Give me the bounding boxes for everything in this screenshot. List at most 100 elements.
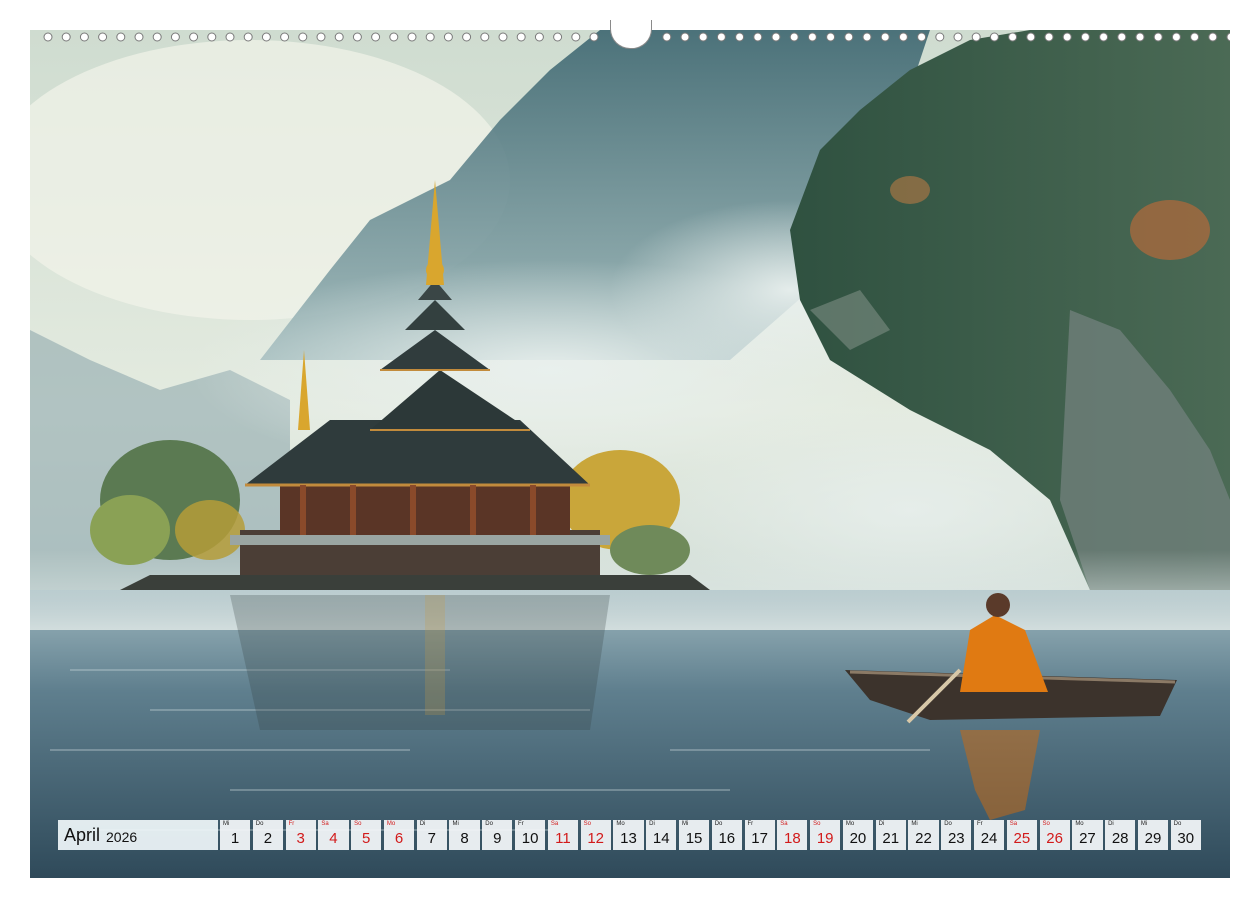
day-cell: Mi 8 <box>449 820 480 850</box>
day-cell: Mi 15 <box>678 820 710 850</box>
month-year: 2026 <box>106 828 138 845</box>
day-cell: Di 14 <box>646 820 677 850</box>
day-number: 5 <box>362 830 371 847</box>
binding-hole-icon <box>261 32 271 42</box>
binding-hole-icon <box>480 32 490 42</box>
weekday-label: Sa <box>1009 821 1018 827</box>
day-number: 10 <box>521 830 539 847</box>
binding-hole-icon <box>1099 32 1109 42</box>
day-cell: Do 23 <box>941 820 972 850</box>
day-number: 27 <box>1079 830 1096 847</box>
day-number: 7 <box>427 830 436 847</box>
day-cell: So 26 <box>1039 820 1070 850</box>
binding-hole-icon <box>680 32 690 42</box>
binding-hole-icon <box>826 32 836 42</box>
binding-hole-icon <box>862 32 872 42</box>
weekday-label: Do <box>255 821 264 827</box>
day-number: 13 <box>620 830 637 847</box>
day-cell: Do 16 <box>711 820 742 850</box>
day-cell: Do 30 <box>1170 820 1201 850</box>
binding-hole-icon <box>1117 32 1127 42</box>
binding-hole-icon <box>534 32 544 42</box>
binding-hole-icon <box>298 32 308 42</box>
day-cell: Mo 6 <box>383 820 415 850</box>
day-number: 2 <box>263 830 273 847</box>
binding-hole-icon <box>170 32 180 42</box>
binding-hole-icon <box>971 32 981 42</box>
day-cell: Di 28 <box>1105 820 1136 850</box>
binding-hole-icon <box>698 32 708 42</box>
month-label: April 2026 <box>58 820 218 850</box>
binding-hole-icon <box>917 32 927 42</box>
weekday-label: Di <box>878 821 885 827</box>
day-cell: Sa 4 <box>318 820 349 850</box>
day-cell: So 19 <box>810 820 841 850</box>
calendar-photo <box>30 30 1230 878</box>
day-number: 6 <box>394 830 404 847</box>
binding-hole-icon <box>880 32 890 42</box>
weekday-label: Fr <box>288 821 295 827</box>
weekday-label: So <box>354 821 362 827</box>
weekday-label: Fr <box>747 821 754 827</box>
binding-hole-icon <box>116 32 126 42</box>
day-number: 18 <box>784 830 801 847</box>
binding-hole-icon <box>1062 32 1072 42</box>
day-number: 25 <box>1013 830 1031 847</box>
binding-hole-icon <box>789 32 799 42</box>
binding-hole-icon <box>1008 32 1018 42</box>
binding-hole-icon <box>280 32 290 42</box>
binding-hole-icon <box>462 32 472 42</box>
weekday-label: Mi <box>452 821 459 827</box>
weekday-label: Sa <box>550 821 559 827</box>
weekday-label: Mi <box>681 821 689 827</box>
binding-hole-icon <box>79 32 89 42</box>
binding-hole-icon <box>662 32 672 42</box>
day-number: 20 <box>849 830 867 847</box>
binding-hole-icon <box>243 32 253 42</box>
month-name: April <box>64 824 101 845</box>
day-number: 17 <box>751 830 768 847</box>
binding-hole-icon <box>989 32 999 42</box>
binding-hole-icon <box>1208 32 1218 42</box>
binding-hole-icon <box>1171 32 1181 42</box>
day-number: 11 <box>555 830 571 847</box>
day-cell: Fr 10 <box>515 820 546 850</box>
binding-hole-icon <box>716 32 726 42</box>
binding-hole-icon <box>371 32 381 42</box>
binding-hole-icon <box>553 32 563 42</box>
day-cell: Mo 13 <box>613 820 644 850</box>
binding-hole-icon <box>407 32 417 42</box>
binding-hole-icon <box>898 32 908 42</box>
weekday-label: Do <box>1173 821 1182 827</box>
binding-hole-icon <box>571 32 581 42</box>
day-number: 16 <box>718 830 736 847</box>
weekday-label: So <box>583 821 591 827</box>
binding-hole-icon <box>1135 32 1145 42</box>
day-cell: Fr 24 <box>973 820 1005 850</box>
binding-hole-icon <box>352 32 362 42</box>
day-number: 1 <box>230 830 240 847</box>
day-number: 19 <box>816 830 834 847</box>
binding-hole-icon <box>771 32 781 42</box>
day-cell: Mo 20 <box>842 820 874 850</box>
binding-hole-icon <box>425 32 435 42</box>
binding-hole-icon <box>1190 32 1200 42</box>
binding-hole-icon <box>207 32 217 42</box>
binding-hole-icon <box>1153 32 1163 42</box>
weekday-label: So <box>813 821 821 827</box>
day-number: 3 <box>296 830 305 847</box>
weekday-label: Mi <box>911 821 918 827</box>
weekday-label: Mo <box>1075 821 1084 827</box>
binding-hole-icon <box>498 32 508 42</box>
binding-hole-icon <box>1044 32 1054 42</box>
day-cell: Mi 29 <box>1137 820 1169 850</box>
binding-hole-icon <box>152 32 162 42</box>
day-cell: Mo 27 <box>1072 820 1103 850</box>
day-number: 23 <box>947 830 965 847</box>
weekday-label: Mo <box>386 821 396 827</box>
binding-hole-icon <box>225 32 235 42</box>
binding-hole-icon <box>98 32 108 42</box>
weekday-label: Fr <box>518 821 524 827</box>
day-number: 4 <box>329 830 338 847</box>
binding-hole-icon <box>589 32 599 42</box>
